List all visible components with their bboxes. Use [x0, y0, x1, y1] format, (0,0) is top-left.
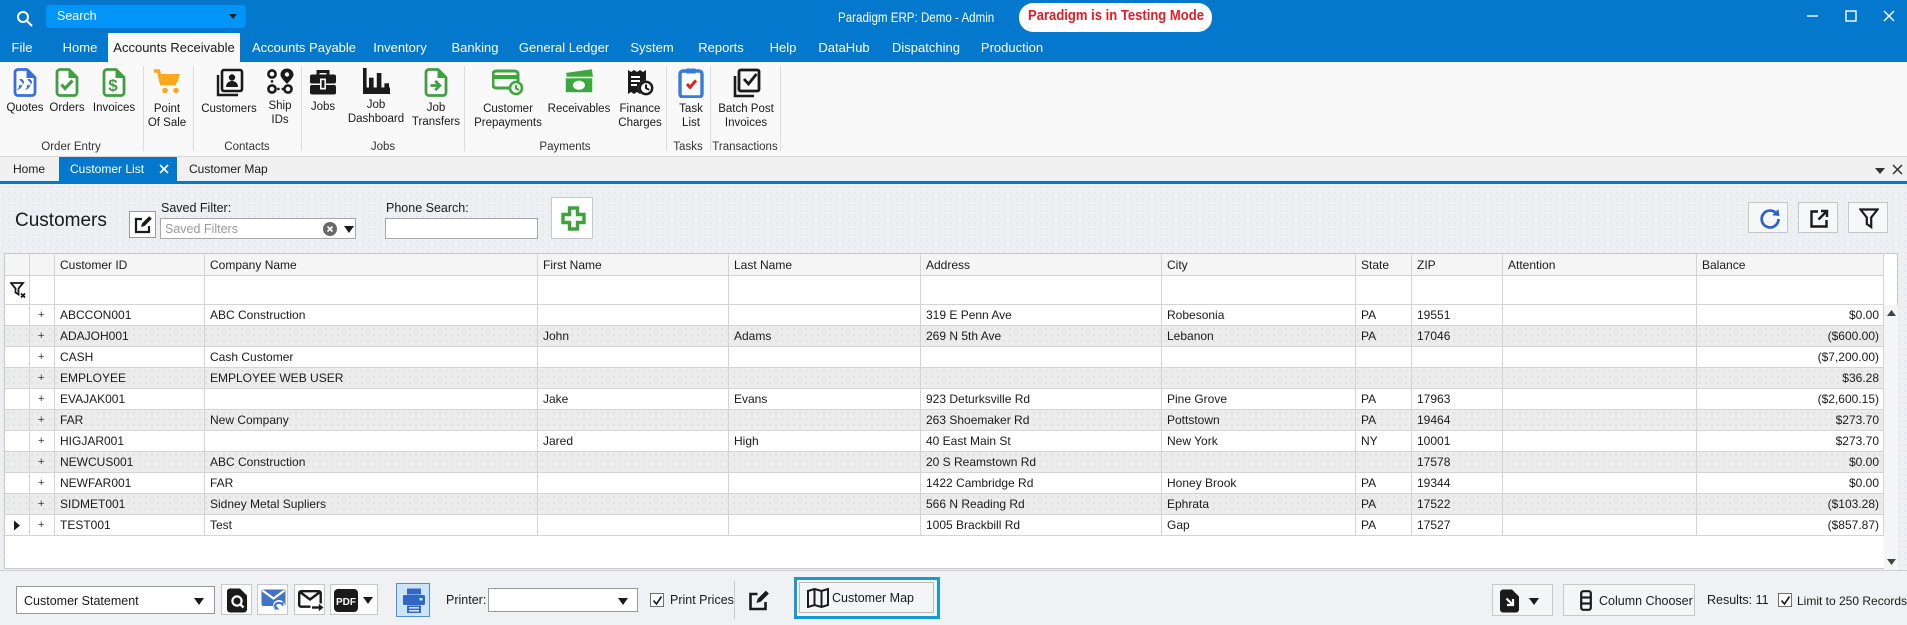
svg-text:$: $	[108, 76, 118, 95]
